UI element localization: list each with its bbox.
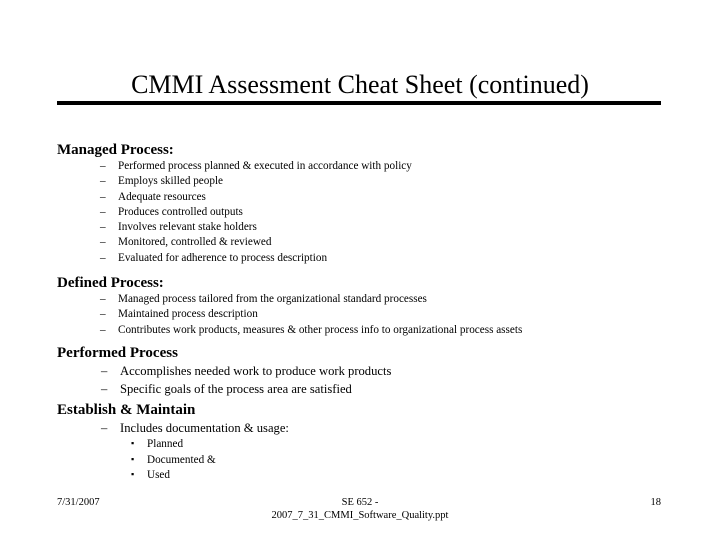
- list-item-label: Includes documentation & usage:: [120, 420, 289, 435]
- list-item-label: Employs skilled people: [118, 175, 224, 188]
- page-title: CMMI Assessment Cheat Sheet (continued): [131, 70, 589, 100]
- list-item-label: Documented &: [147, 453, 216, 466]
- list-item-label: Specific goals of the process area are s…: [120, 382, 352, 397]
- dash-bullet-icon: –: [101, 382, 108, 397]
- section-defined-process: Defined Process: – Managed process tailor…: [57, 275, 667, 338]
- dash-bullet-icon: –: [100, 293, 106, 306]
- slide-footer: 7/31/2007 SE 652 - 2007_7_31_CMMI_Softwa…: [0, 492, 720, 538]
- slide-body: Managed Process: – Performed process plan…: [57, 142, 667, 484]
- section-managed-process: Managed Process: – Performed process plan…: [57, 142, 667, 266]
- list-item: – Monitored, controlled & reviewed: [57, 235, 667, 250]
- list-item: – Specific goals of the process area are …: [57, 380, 667, 399]
- list-item: – Accomplishes needed work to produce wor…: [57, 362, 667, 381]
- list-item-label: Monitored, controlled & reviewed: [118, 236, 272, 249]
- list-item: – Involves relevant stake holders: [57, 220, 667, 235]
- list-item-label: Performed process planned & executed in …: [118, 160, 412, 172]
- dash-bullet-icon: –: [100, 205, 106, 218]
- bullet-list-level2: – Includes documentation & usage:: [57, 419, 667, 438]
- footer-filename: SE 652 - 2007_7_31_CMMI_Software_Quality…: [160, 496, 560, 522]
- section-performed-process: Performed Process – Accomplishes needed w…: [57, 345, 667, 399]
- bullet-list-level2: – Performed process planned & executed in…: [57, 159, 667, 266]
- section-heading: Establish & Maintain: [57, 401, 196, 418]
- list-item-label: Produces controlled outputs: [118, 205, 243, 218]
- list-item: ▪ Documented &: [57, 453, 667, 469]
- list-item-label: Used: [147, 469, 170, 482]
- list-item: ▪ Planned: [57, 437, 667, 453]
- list-item: – Produces controlled outputs: [57, 205, 667, 220]
- dash-bullet-icon: –: [101, 420, 108, 435]
- list-item-label: Contributes work products, measures & ot…: [118, 323, 523, 336]
- section-heading: Defined Process:: [57, 275, 164, 292]
- square-bullet-icon: ▪: [131, 453, 135, 464]
- dash-bullet-icon: –: [101, 363, 108, 378]
- dash-bullet-icon: –: [100, 221, 106, 234]
- list-item: – Maintained process description: [57, 307, 667, 322]
- list-item-label: Maintained process description: [118, 308, 258, 321]
- list-item-label: Planned: [147, 438, 184, 451]
- dash-bullet-icon: –: [100, 308, 106, 321]
- list-item-label: Adequate resources: [118, 190, 206, 203]
- dash-bullet-icon: –: [100, 323, 106, 336]
- list-item: – Contributes work products, measures & o…: [57, 323, 667, 338]
- section-heading: Performed Process: [57, 344, 178, 361]
- dash-bullet-icon: –: [100, 175, 106, 188]
- bullet-list-level2: – Managed process tailored from the organ…: [57, 292, 667, 338]
- list-item-label: Evaluated for adherence to process descr…: [118, 251, 328, 264]
- section-heading: Managed Process:: [57, 142, 174, 158]
- dash-bullet-icon: –: [100, 236, 106, 249]
- list-item: – Employs skilled people: [57, 174, 667, 189]
- list-item-label: Managed process tailored from the organi…: [118, 293, 427, 306]
- dash-bullet-icon: –: [100, 190, 106, 203]
- footer-file-label: 2007_7_31_CMMI_Software_Quality.ppt: [271, 510, 449, 521]
- list-item-label: Involves relevant stake holders: [118, 221, 257, 234]
- dash-bullet-icon: –: [100, 251, 106, 264]
- list-item: – Adequate resources: [57, 190, 667, 205]
- dash-bullet-icon: –: [100, 160, 106, 172]
- list-item: ▪ Used: [57, 468, 667, 484]
- slide: CMMI Assessment Cheat Sheet (continued) …: [0, 0, 720, 540]
- list-item: – Managed process tailored from the organ…: [57, 292, 667, 307]
- title-underline-rule: [57, 101, 661, 105]
- footer-date: 7/31/2007: [57, 497, 100, 508]
- list-item: – Performed process planned & executed in…: [57, 159, 667, 174]
- bullet-list-level2: – Accomplishes needed work to produce wor…: [57, 362, 667, 399]
- bullet-list-level3: ▪ Planned ▪ Documented & ▪ Used: [57, 437, 667, 484]
- list-item: – Includes documentation & usage:: [57, 419, 667, 438]
- square-bullet-icon: ▪: [131, 438, 135, 449]
- list-item: – Evaluated for adherence to process desc…: [57, 251, 667, 266]
- square-bullet-icon: ▪: [131, 469, 135, 480]
- footer-course-label: SE 652 -: [341, 497, 379, 508]
- footer-page-number: 18: [650, 497, 662, 508]
- list-item-label: Accomplishes needed work to produce work…: [120, 363, 392, 378]
- section-establish-maintain: Establish & Maintain – Includes documenta…: [57, 402, 667, 484]
